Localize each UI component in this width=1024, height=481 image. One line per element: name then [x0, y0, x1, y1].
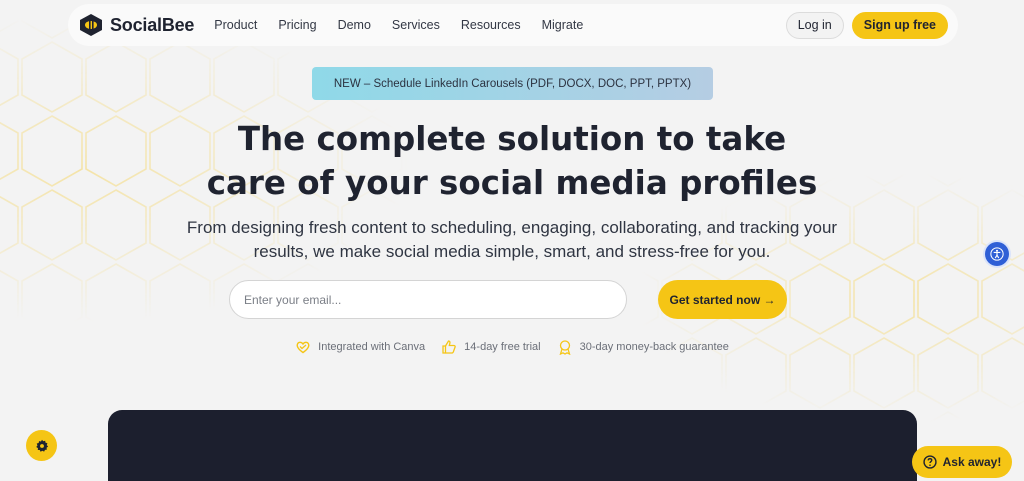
accessibility-button[interactable] [985, 242, 1009, 266]
signup-button[interactable]: Sign up free [851, 11, 948, 39]
product-preview-panel [108, 410, 917, 481]
badge-icon [559, 340, 571, 355]
feature-list: Integrated with Canva 14-day free trial … [0, 339, 1024, 355]
feature-trial-label: 14-day free trial [464, 341, 541, 353]
gear-icon [35, 439, 48, 452]
canva-heart-icon [296, 341, 310, 354]
bee-logo-icon [80, 14, 102, 36]
nav-demo[interactable]: Demo [338, 18, 371, 32]
chat-button-label: Ask away! [942, 455, 1002, 469]
settings-button[interactable] [26, 430, 57, 461]
socialbee-logo[interactable]: SocialBee [78, 13, 194, 37]
login-button[interactable]: Log in [785, 11, 844, 39]
nav-migrate[interactable]: Migrate [542, 18, 584, 32]
email-input[interactable] [229, 280, 627, 319]
accessibility-icon [990, 247, 1004, 261]
nav-links: Product Pricing Demo Services Resources … [214, 18, 583, 32]
nav-services[interactable]: Services [392, 18, 440, 32]
top-navbar: SocialBee Product Pricing Demo Services … [68, 4, 958, 46]
feature-guarantee: 30-day money-back guarantee [557, 339, 729, 355]
feature-canva: Integrated with Canva [295, 339, 425, 355]
hero-subtitle-line-1: From designing fresh content to scheduli… [186, 218, 838, 237]
hero-subtitle: From designing fresh content to scheduli… [0, 216, 1024, 264]
chat-button[interactable]: Ask away! [912, 446, 1012, 478]
get-started-button[interactable]: Get started now → [658, 280, 787, 319]
feature-canva-label: Integrated with Canva [318, 341, 426, 353]
hero-title-line-1: The complete solution to take [237, 120, 787, 158]
nav-actions: Log in Sign up free [785, 11, 948, 39]
nav-pricing[interactable]: Pricing [278, 18, 316, 32]
nav-resources[interactable]: Resources [461, 18, 521, 32]
announcement-banner[interactable]: NEW – Schedule LinkedIn Carousels (PDF, … [312, 67, 713, 100]
hero-title-line-2: care of your social media profiles [206, 164, 818, 202]
brand-name: SocialBee [110, 14, 195, 35]
question-icon [922, 455, 937, 469]
hero-title: The complete solution to take care of yo… [0, 117, 1024, 205]
thumbs-up-icon [442, 340, 456, 354]
feature-trial: 14-day free trial [441, 339, 541, 355]
hero-subtitle-line-2: results, we make social media simple, sm… [253, 242, 771, 261]
nav-product[interactable]: Product [214, 18, 257, 32]
feature-guarantee-label: 30-day money-back guarantee [579, 341, 729, 353]
